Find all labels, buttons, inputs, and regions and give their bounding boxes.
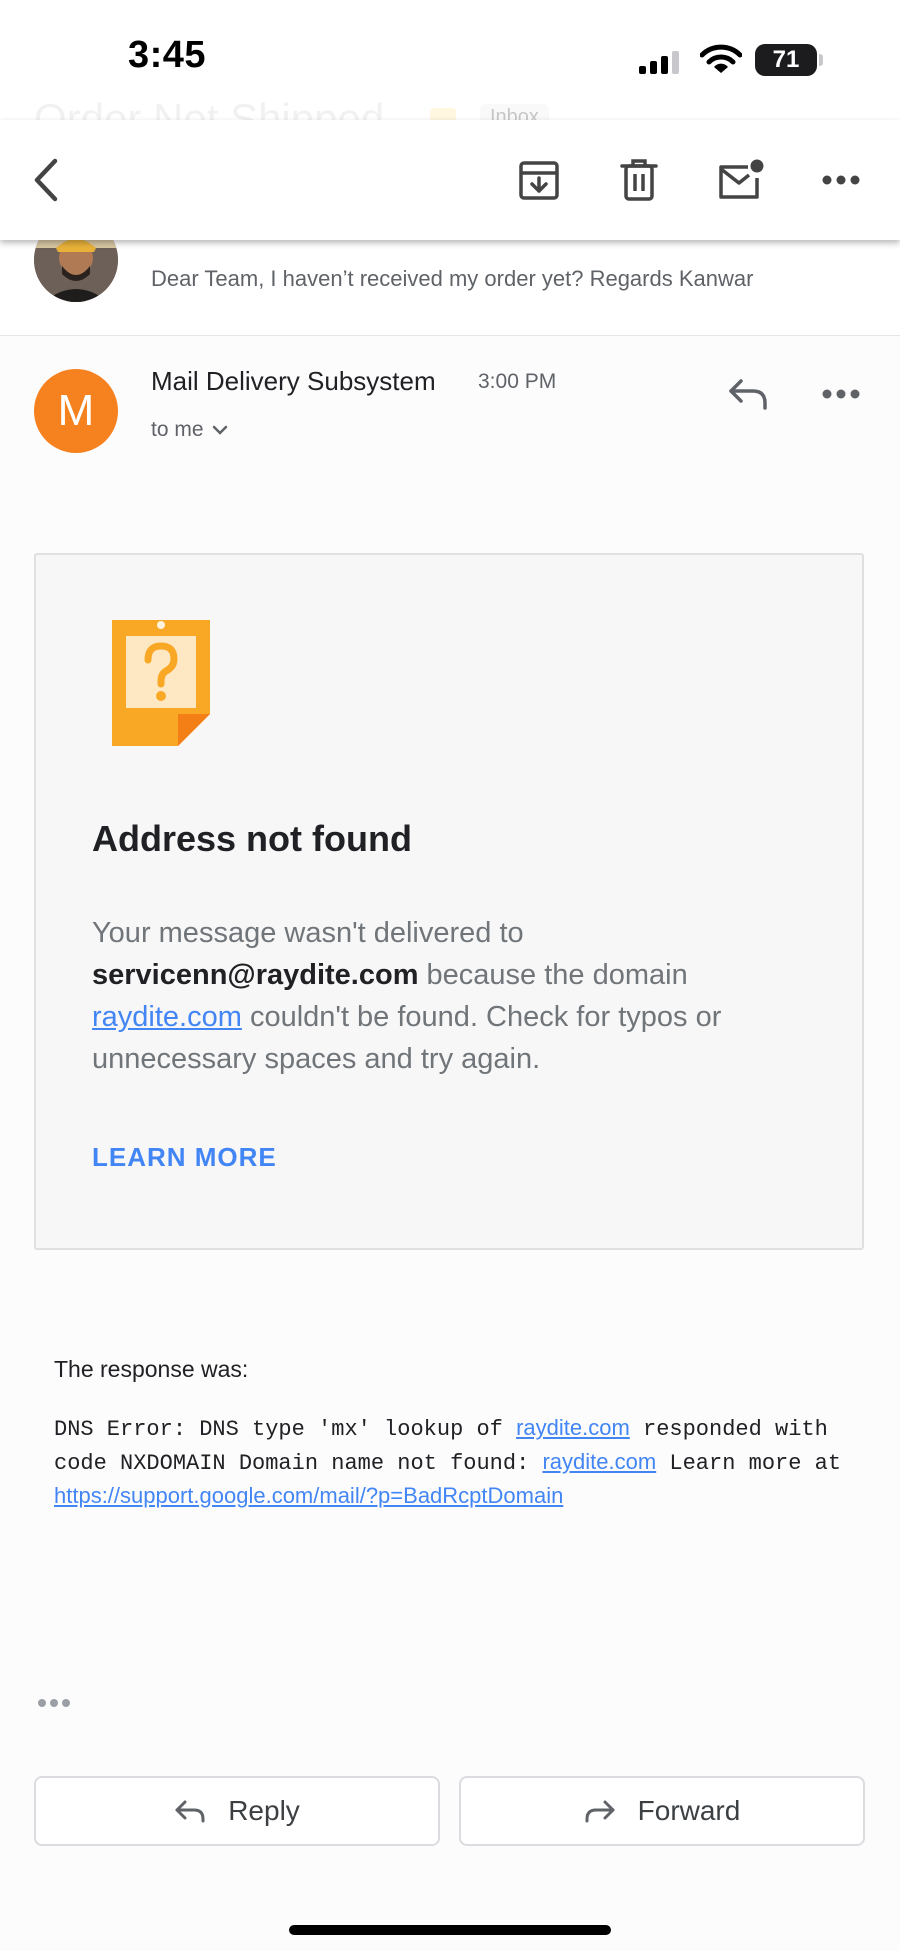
back-arrow-icon — [34, 158, 58, 202]
status-time: 3:45 — [128, 34, 207, 76]
recipient-label: to me — [151, 418, 204, 441]
ellipsis-icon — [38, 1699, 70, 1707]
response-label: The response was: — [54, 1356, 249, 1382]
reply-icon — [175, 1800, 205, 1823]
forward-button[interactable]: Forward — [459, 1776, 865, 1846]
error-description: Your message wasn't delivered to service… — [92, 912, 832, 1080]
response-text: DNS Error: DNS type 'mx' lookup of raydi… — [54, 1412, 854, 1514]
error-text: Your message wasn't delivered to — [92, 917, 524, 949]
delete-button[interactable] — [603, 144, 675, 216]
response-line: DNS Error: DNS type 'mx' lookup of — [54, 1417, 517, 1442]
chevron-down-icon — [212, 426, 227, 436]
forward-icon — [585, 1800, 615, 1823]
learn-more-link[interactable]: LEARN MORE — [92, 1142, 277, 1173]
mark-unread-button[interactable] — [704, 144, 776, 216]
mark-unread-icon — [719, 159, 764, 199]
recipient-details-toggle[interactable]: to me — [151, 418, 228, 442]
archive-icon — [519, 161, 559, 200]
previous-message[interactable]: me Dear Team, I haven’t received my orde… — [0, 218, 900, 336]
domain-link[interactable]: raydite.com — [542, 1449, 656, 1474]
error-title: Address not found — [92, 818, 412, 859]
more-icon — [822, 175, 860, 185]
domain-link[interactable]: raydite.com — [516, 1415, 630, 1440]
question-note-icon — [112, 620, 210, 746]
battery-level: 71 — [772, 46, 800, 73]
trash-icon — [620, 159, 658, 201]
back-button[interactable] — [10, 144, 82, 216]
message-time: 3:00 PM — [478, 370, 557, 393]
domain-link[interactable]: raydite.com — [92, 1001, 242, 1033]
reply-icon — [729, 379, 767, 410]
sender-name: Mail Delivery Subsystem — [151, 366, 436, 396]
show-trimmed-content-button[interactable] — [36, 1696, 72, 1714]
more-icon — [822, 389, 860, 399]
more-options-button[interactable] — [805, 144, 877, 216]
wifi-icon — [700, 44, 742, 73]
reply-quick-button[interactable] — [712, 358, 784, 430]
message-toolbar — [0, 120, 900, 240]
battery-cap — [819, 54, 823, 66]
response-line: Learn more at — [656, 1451, 842, 1476]
archive-button[interactable] — [503, 144, 575, 216]
cellular-signal-icon — [639, 51, 679, 74]
reply-label: Reply — [228, 1795, 300, 1826]
error-text: because the domain — [418, 959, 688, 991]
reply-button[interactable]: Reply — [34, 1776, 440, 1846]
forward-label: Forward — [637, 1795, 741, 1826]
sender-avatar[interactable]: M — [34, 369, 118, 453]
home-indicator[interactable] — [289, 1925, 611, 1935]
recipient-address: servicenn@raydite.com — [92, 959, 419, 991]
support-link[interactable]: https://support.google.com/mail/?p=BadRc… — [54, 1483, 563, 1508]
message-snippet: Dear Team, I haven’t received my order y… — [151, 266, 754, 291]
message-more-button[interactable] — [805, 358, 877, 430]
